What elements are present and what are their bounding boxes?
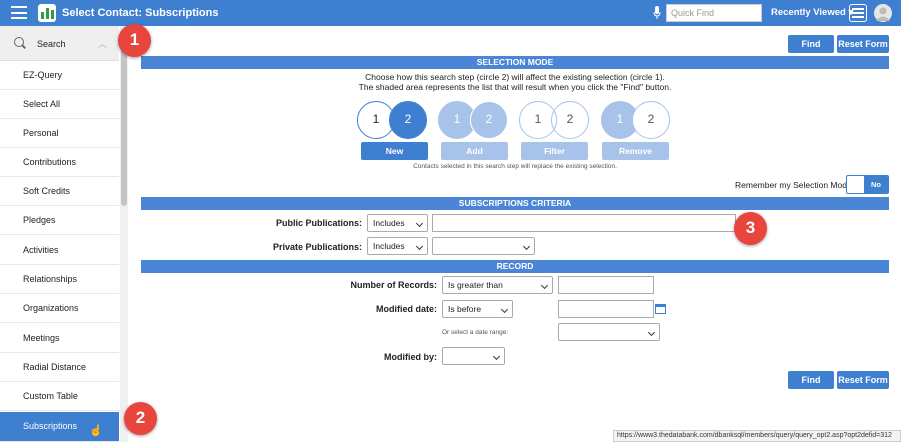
sidebar-item-custom-table[interactable]: Custom Table (0, 382, 119, 411)
top-bar: Select Contact: Subscriptions Quick Find… (0, 0, 901, 26)
date-range-select[interactable] (558, 323, 660, 341)
selection-mode-desc-1: Choose how this search step (circle 2) w… (365, 72, 665, 82)
public-publications-operator[interactable]: Includes (367, 214, 428, 232)
modified-date-operator[interactable]: Is before (442, 300, 513, 318)
microphone-icon[interactable] (653, 6, 661, 19)
reset-form-button-bottom[interactable]: Reset Form (837, 371, 889, 389)
public-publications-label: Public Publications: (275, 218, 362, 228)
toggle-value: No (864, 176, 888, 193)
mode-add-circle-2[interactable]: 2 (470, 101, 508, 139)
sidebar-search[interactable]: Search ︿ (0, 26, 119, 61)
mode-filter-button[interactable]: Filter (521, 142, 588, 160)
mode-remove-circle-2[interactable]: 2 (632, 101, 670, 139)
modified-by-label: Modified by: (384, 352, 437, 362)
private-publications-operator[interactable]: Includes (367, 237, 428, 255)
sidebar-item-select-all[interactable]: Select All (0, 90, 119, 119)
mode-remove-button[interactable]: Remove (602, 142, 669, 160)
record-header: RECORD (141, 260, 889, 273)
find-button[interactable]: Find (788, 35, 834, 53)
find-button-bottom[interactable]: Find (788, 371, 834, 389)
sidebar-item-organizations[interactable]: Organizations (0, 294, 119, 323)
app-logo-icon[interactable] (38, 4, 56, 22)
search-icon (14, 37, 24, 47)
private-publications-select[interactable] (432, 237, 535, 255)
selection-mode-note: Contacts selected in this search step wi… (413, 163, 617, 170)
mode-filter-circle-2[interactable]: 2 (551, 101, 589, 139)
public-publications-input[interactable] (432, 214, 736, 232)
number-of-records-label: Number of Records: (350, 280, 437, 290)
sidebar-item-soft-credits[interactable]: Soft Credits (0, 177, 119, 206)
selection-mode-desc-2: The shaded area represents the list that… (358, 82, 672, 92)
sidebar-item-radial-distance[interactable]: Radial Distance (0, 353, 119, 382)
sidebar-item-ez-query[interactable]: EZ-Query (0, 61, 119, 90)
sidebar-item-activities[interactable]: Activities (0, 236, 119, 265)
mode-new-circle-2[interactable]: 2 (389, 101, 427, 139)
sidebar-search-label: Search (37, 39, 66, 49)
remember-mode-toggle[interactable]: No (846, 175, 889, 194)
recently-viewed-dropdown[interactable]: Recently Viewed ▾ (771, 7, 853, 18)
modified-date-input[interactable] (558, 300, 654, 318)
annotation-badge-2: 2 (124, 402, 157, 435)
menu-icon[interactable] (11, 6, 27, 19)
sidebar-item-pledges[interactable]: Pledges (0, 206, 119, 235)
modified-date-label: Modified date: (376, 304, 437, 314)
chevron-up-icon[interactable]: ︿ (98, 37, 107, 50)
sidebar-item-personal[interactable]: Personal (0, 119, 119, 148)
reset-form-button[interactable]: Reset Form (837, 35, 889, 53)
annotation-badge-3: 3 (734, 212, 767, 245)
sidebar-item-meetings[interactable]: Meetings (0, 324, 119, 353)
calendar-icon[interactable] (655, 304, 666, 314)
date-range-label: Or select a date range: (442, 329, 509, 336)
sidebar-scrollbar-thumb[interactable] (121, 36, 127, 206)
cursor-icon: ☝ (89, 425, 103, 437)
subscriptions-criteria-header: SUBSCRIPTIONS CRITERIA (141, 197, 889, 210)
private-publications-label: Private Publications: (272, 242, 362, 252)
list-view-icon[interactable] (849, 4, 867, 22)
mode-add-button[interactable]: Add (441, 142, 508, 160)
selection-mode-header: SELECTION MODE (141, 56, 889, 69)
remember-mode-label: Remember my Selection Mode (735, 180, 852, 190)
number-of-records-operator[interactable]: Is greater than (442, 276, 553, 294)
modified-by-select[interactable] (442, 347, 505, 365)
status-bar-url: https://www3.thedatabank.com/dbanksql/me… (613, 430, 901, 442)
sidebar-item-contributions[interactable]: Contributions (0, 148, 119, 177)
annotation-badge-1: 1 (118, 24, 151, 57)
quick-find-input[interactable]: Quick Find (666, 4, 762, 22)
avatar[interactable] (874, 4, 892, 22)
page-title: Select Contact: Subscriptions (62, 7, 219, 19)
number-of-records-input[interactable] (558, 276, 654, 294)
mode-new-button[interactable]: New (361, 142, 428, 160)
sidebar-item-relationships[interactable]: Relationships (0, 265, 119, 294)
